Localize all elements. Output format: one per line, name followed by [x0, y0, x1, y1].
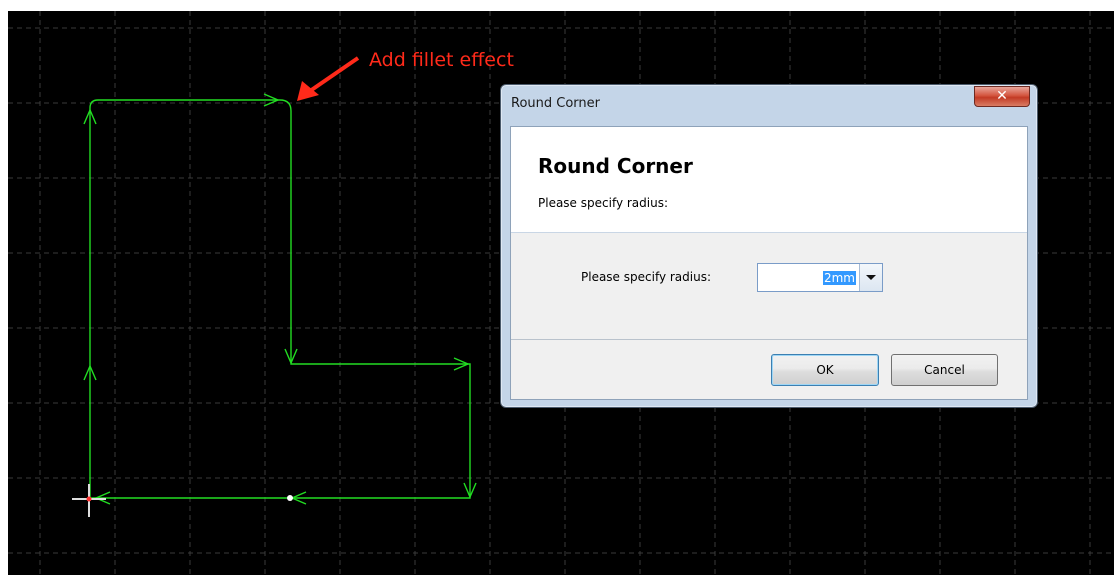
dialog-header: Round Corner Please specify radius: [511, 127, 1027, 233]
radius-value[interactable]: 2mm [822, 271, 856, 285]
radius-combobox[interactable]: 2mm [757, 263, 883, 292]
annotation-arrow [308, 56, 360, 93]
dialog-heading: Round Corner [538, 154, 693, 178]
dialog-title: Round Corner [511, 96, 600, 111]
close-button[interactable]: ✕ [974, 86, 1030, 107]
origin-marker [86, 496, 92, 502]
radius-dropdown-button[interactable] [859, 264, 882, 291]
close-icon: ✕ [996, 88, 1008, 104]
cancel-button[interactable]: Cancel [891, 354, 998, 386]
dialog-body: Round Corner Please specify radius: Plea… [510, 126, 1028, 400]
chevron-down-icon [866, 275, 876, 280]
vertex-node [287, 495, 293, 501]
annotation-arrowhead [297, 81, 319, 101]
annotation-label: Add fillet effect [369, 49, 514, 71]
round-corner-dialog: Round Corner ✕ Round Corner Please speci… [500, 84, 1038, 408]
divider [511, 339, 1027, 340]
dialog-titlebar[interactable]: Round Corner ✕ [501, 85, 1037, 123]
dialog-subheading: Please specify radius: [538, 196, 669, 210]
radius-label: Please specify radius: [581, 270, 712, 284]
fillet-outline-path [89, 99, 471, 499]
ok-button[interactable]: OK [771, 354, 879, 386]
